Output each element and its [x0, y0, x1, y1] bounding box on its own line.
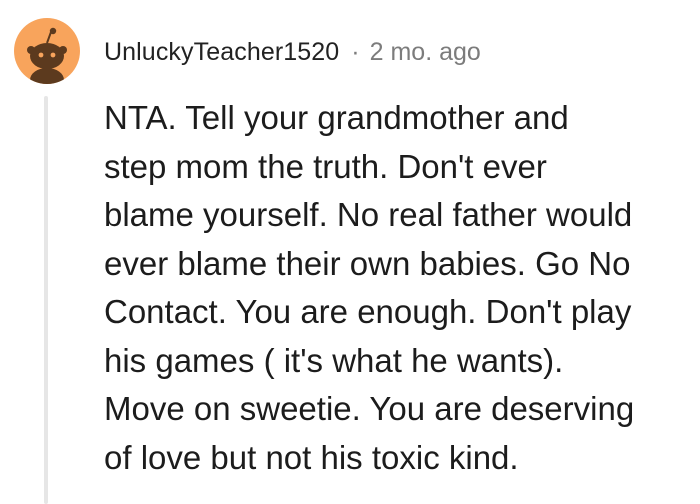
comment-body-line: step mom the truth. Don't ever — [104, 147, 547, 185]
timestamp[interactable]: 2 mo. ago — [370, 38, 481, 67]
comment: UnluckyTeacher1520 · 2 mo. ago NTA. Tell… — [0, 0, 700, 504]
comment-body-line: his games ( it's what he wants). — [104, 341, 564, 379]
comment-body: NTA. Tell your grandmother and step mom … — [104, 94, 694, 482]
comment-body-line: Contact. You are enough. Don't play — [104, 293, 632, 330]
reddit-snoo-avatar-icon — [27, 27, 67, 84]
avatar[interactable] — [14, 18, 80, 84]
comment-body-line: of love but not his toxic kind. — [104, 438, 519, 476]
comment-meta: UnluckyTeacher1520 · 2 mo. ago — [104, 34, 481, 70]
comment-body-line: Move on sweetie. You are deserving — [104, 390, 635, 427]
username-link[interactable]: UnluckyTeacher1520 — [104, 38, 339, 67]
comment-body-line: blame yourself. No real father would — [104, 196, 633, 233]
comment-body-line: ever blame their own babies. Go No — [104, 244, 631, 282]
thread-line[interactable] — [44, 96, 48, 504]
meta-separator: · — [351, 37, 360, 66]
comment-body-line: NTA. Tell your grandmother and — [104, 99, 569, 136]
